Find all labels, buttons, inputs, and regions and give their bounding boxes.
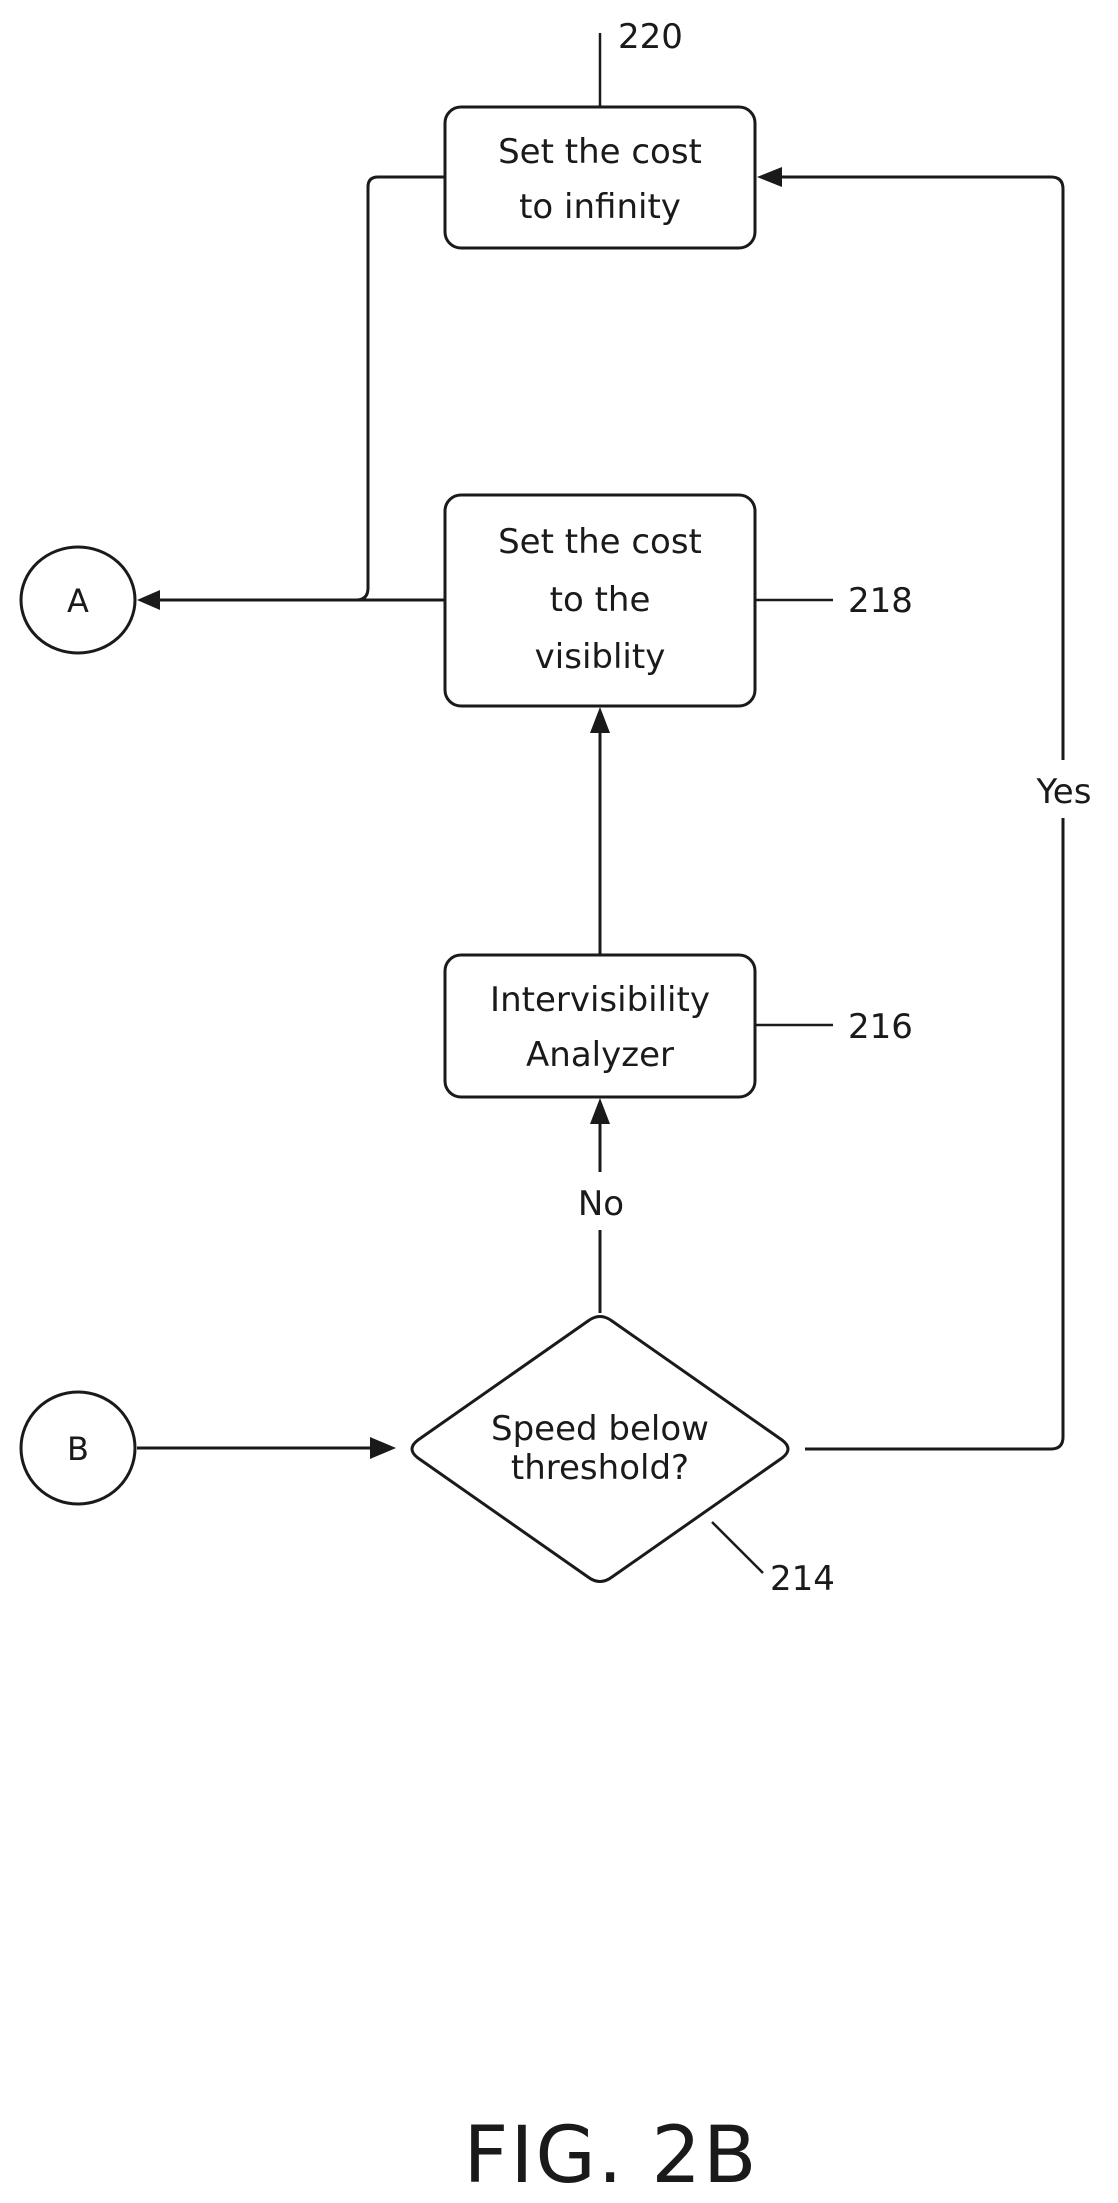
ref-label-220: 220 bbox=[618, 17, 683, 57]
arrowhead-to-218 bbox=[590, 707, 610, 733]
diamond-214-line-2: threshold? bbox=[511, 1448, 689, 1488]
box-216-outline bbox=[443, 953, 757, 1099]
process-box-220: Set the cost to infinity bbox=[443, 105, 757, 250]
box-218-line-1: Set the cost bbox=[498, 522, 702, 562]
box-220-line-2: to infinity bbox=[519, 187, 681, 227]
ref-label-214: 214 bbox=[770, 1559, 835, 1599]
edge-label-no: No bbox=[578, 1184, 624, 1224]
connector-a-label: A bbox=[67, 582, 89, 620]
box-218-line-2: to the bbox=[550, 580, 651, 620]
box-216-line-1: Intervisibility bbox=[490, 980, 710, 1020]
box-218-line-3: visiblity bbox=[535, 637, 666, 677]
process-box-216: Intervisibility Analyzer bbox=[443, 953, 757, 1099]
arrowhead-to-216 bbox=[590, 1098, 610, 1124]
arrowhead-to-220 bbox=[757, 167, 782, 187]
arrowhead-to-a bbox=[137, 590, 160, 610]
ref-leader-214 bbox=[711, 1521, 764, 1574]
connector-b-label: B bbox=[67, 1430, 89, 1468]
diamond-214-line-1: Speed below bbox=[491, 1409, 709, 1449]
edge-214-to-220-upper bbox=[780, 175, 1065, 760]
edge-214-to-220-lower bbox=[805, 818, 1065, 1451]
ref-label-218: 218 bbox=[848, 581, 913, 621]
edge-label-yes: Yes bbox=[1036, 772, 1092, 812]
box-216-line-2: Analyzer bbox=[526, 1035, 674, 1075]
arrowhead-to-214 bbox=[370, 1437, 396, 1459]
connector-b: B bbox=[19, 1390, 137, 1506]
connector-a: A bbox=[19, 545, 137, 655]
box-220-line-1: Set the cost bbox=[498, 132, 702, 172]
flowchart: Set the cost to infinity 220 Set the cos… bbox=[19, 17, 1092, 2201]
ref-label-216: 216 bbox=[848, 1007, 913, 1047]
process-box-218: Set the cost to the visiblity bbox=[443, 493, 757, 708]
edge-220-to-a bbox=[355, 175, 445, 602]
figure-title: FIG. 2B bbox=[463, 2111, 758, 2201]
